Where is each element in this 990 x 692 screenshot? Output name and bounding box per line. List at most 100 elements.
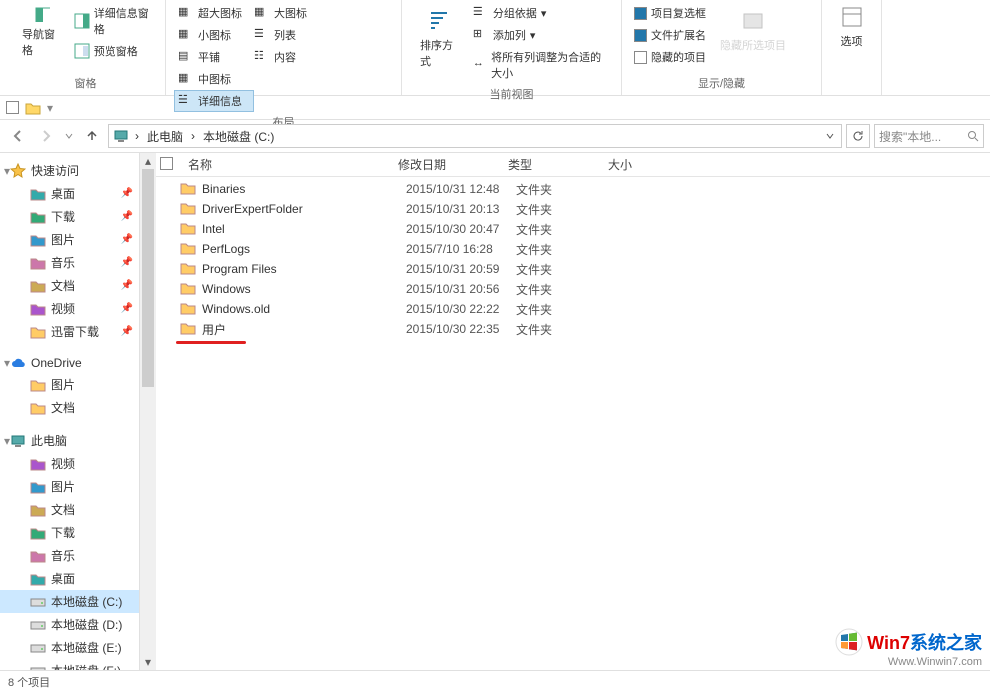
nav-item[interactable]: 桌面📌 bbox=[0, 182, 139, 205]
nav-item[interactable]: 文档📌 bbox=[0, 274, 139, 297]
folder-icon bbox=[180, 321, 196, 337]
nav-item[interactable]: 图片 bbox=[0, 373, 139, 396]
up-button[interactable] bbox=[80, 124, 104, 148]
m-icons-button[interactable]: ▦中图标 bbox=[174, 68, 254, 90]
grid-icon: ▦ bbox=[254, 5, 270, 21]
nav-item[interactable]: 下载📌 bbox=[0, 205, 139, 228]
crumb-pc[interactable]: 此电脑 bbox=[143, 125, 187, 147]
forward-button[interactable] bbox=[34, 124, 58, 148]
table-row[interactable]: Windows2015/10/31 20:56文件夹 bbox=[156, 279, 990, 299]
column-headers[interactable]: 名称 修改日期 类型 大小 bbox=[156, 153, 990, 177]
folder-icon bbox=[180, 201, 196, 217]
windows-logo-icon bbox=[835, 628, 863, 656]
panes-group-label: 窗格 bbox=[14, 73, 157, 95]
table-row[interactable]: Intel2015/10/30 20:47文件夹 bbox=[156, 219, 990, 239]
nav-header[interactable]: ▾此电脑 bbox=[0, 429, 139, 452]
nav-item[interactable]: 视频📌 bbox=[0, 297, 139, 320]
list-button[interactable]: ☰列表 bbox=[250, 24, 316, 46]
preview-pane-icon bbox=[74, 43, 90, 59]
nav-tree[interactable]: ▾快速访问桌面📌下载📌图片📌音乐📌文档📌视频📌迅雷下载📌▾OneDrive图片文… bbox=[0, 153, 140, 670]
nav-item[interactable]: 音乐 bbox=[0, 544, 139, 567]
preview-pane-button[interactable]: 预览窗格 bbox=[70, 40, 157, 62]
scroll-down-button[interactable]: ▾ bbox=[140, 654, 156, 670]
folder-icon[interactable] bbox=[25, 101, 41, 115]
pin-icon: 📌 bbox=[121, 280, 133, 291]
nav-item[interactable]: 本地磁盘 (F:) bbox=[0, 659, 139, 670]
table-row[interactable]: DriverExpertFolder2015/10/31 20:13文件夹 bbox=[156, 199, 990, 219]
tiles-icon: ▤ bbox=[178, 49, 194, 65]
folder-icon bbox=[180, 181, 196, 197]
details-button[interactable]: ☱详细信息 bbox=[174, 90, 254, 112]
checkbox-icon bbox=[634, 7, 647, 20]
options-button[interactable]: 选项 bbox=[836, 2, 868, 89]
fit-cols-button[interactable]: ↔将所有列调整为合适的大小 bbox=[469, 46, 613, 84]
xl-icons-button[interactable]: ▦超大图标 bbox=[174, 2, 250, 24]
file-list: 名称 修改日期 类型 大小 Binaries2015/10/31 12:48文件… bbox=[156, 153, 990, 670]
nav-item[interactable]: 下载 bbox=[0, 521, 139, 544]
nav-item[interactable]: 本地磁盘 (C:) bbox=[0, 590, 139, 613]
equals-icon[interactable]: ▾ bbox=[47, 101, 53, 115]
nav-item[interactable]: 桌面 bbox=[0, 567, 139, 590]
folder-icon bbox=[180, 221, 196, 237]
grid-icon: ▦ bbox=[178, 71, 194, 87]
group-button[interactable]: ☰分组依据▾ bbox=[469, 2, 613, 24]
breadcrumb[interactable]: › 此电脑 › 本地磁盘 (C:) bbox=[108, 124, 842, 148]
detail-pane-icon bbox=[74, 13, 90, 29]
scroll-track[interactable] bbox=[140, 169, 156, 654]
file-ext-toggle[interactable]: 文件扩展名 bbox=[630, 24, 710, 46]
col-type[interactable]: 类型 bbox=[500, 156, 600, 173]
scroll-thumb[interactable] bbox=[142, 169, 154, 387]
tiles-button[interactable]: ▤平铺 bbox=[174, 46, 250, 68]
nav-scrollbar[interactable]: ▴ ▾ bbox=[140, 153, 156, 670]
crumb-dropdown[interactable] bbox=[821, 125, 839, 147]
nav-item[interactable]: 文档 bbox=[0, 396, 139, 419]
item-count: 8 个项目 bbox=[8, 674, 50, 690]
table-row[interactable]: Binaries2015/10/31 12:48文件夹 bbox=[156, 179, 990, 199]
crumb-sep[interactable]: › bbox=[187, 125, 199, 147]
col-date[interactable]: 修改日期 bbox=[390, 156, 500, 173]
add-col-button[interactable]: ⊞添加列▾ bbox=[469, 24, 613, 46]
nav-item[interactable]: 迅雷下载📌 bbox=[0, 320, 139, 343]
nav-item[interactable]: 文档 bbox=[0, 498, 139, 521]
crumb-disk[interactable]: 本地磁盘 (C:) bbox=[199, 125, 278, 147]
table-row[interactable]: Program Files2015/10/31 20:59文件夹 bbox=[156, 259, 990, 279]
nav-item[interactable]: 本地磁盘 (D:) bbox=[0, 613, 139, 636]
scroll-up-button[interactable]: ▴ bbox=[140, 153, 156, 169]
header-checkbox[interactable] bbox=[160, 157, 180, 173]
nav-item[interactable]: 本地磁盘 (E:) bbox=[0, 636, 139, 659]
sort-button[interactable]: 排序方式 bbox=[416, 6, 463, 72]
nav-header[interactable]: ▾OneDrive bbox=[0, 353, 139, 373]
crumb-sep[interactable]: › bbox=[131, 125, 143, 147]
search-input[interactable]: 搜索"本地... bbox=[874, 124, 984, 148]
col-name[interactable]: 名称 bbox=[180, 156, 390, 173]
checkbox-icon bbox=[634, 29, 647, 42]
refresh-button[interactable] bbox=[846, 124, 870, 148]
nav-item[interactable]: 图片📌 bbox=[0, 228, 139, 251]
l-icons-button[interactable]: ▦大图标 bbox=[250, 2, 316, 24]
recent-button[interactable] bbox=[62, 124, 76, 148]
content-button[interactable]: ☷内容 bbox=[250, 46, 316, 68]
detail-pane-button[interactable]: 详细信息窗格 bbox=[70, 2, 157, 40]
nav-item[interactable]: 图片 bbox=[0, 475, 139, 498]
table-row[interactable]: PerfLogs2015/7/10 16:28文件夹 bbox=[156, 239, 990, 259]
hidden-items-toggle[interactable]: 隐藏的项目 bbox=[630, 46, 710, 68]
table-row[interactable]: Windows.old2015/10/30 22:22文件夹 bbox=[156, 299, 990, 319]
s-icons-button[interactable]: ▦小图标 bbox=[174, 24, 250, 46]
hide-selected-button[interactable]: 隐藏所选项目 bbox=[716, 6, 790, 56]
col-size[interactable]: 大小 bbox=[600, 156, 680, 173]
back-button[interactable] bbox=[6, 124, 30, 148]
search-icon bbox=[967, 130, 979, 142]
item-checkbox-toggle[interactable]: 项目复选框 bbox=[630, 2, 710, 24]
pin-icon: 📌 bbox=[121, 326, 133, 337]
content-icon: ☷ bbox=[254, 49, 270, 65]
table-row[interactable]: 用户2015/10/30 22:35文件夹 bbox=[156, 319, 990, 339]
nav-pane-button[interactable]: 导航窗格 bbox=[14, 2, 70, 62]
pc-icon bbox=[111, 129, 131, 143]
ribbon: 导航窗格 详细信息窗格 预览窗格 窗格 ▦超大图标 ▦小图标 ▤平铺 ▦大图标 … bbox=[0, 0, 990, 96]
list-icon: ☰ bbox=[254, 27, 270, 43]
pin-icon: 📌 bbox=[121, 188, 133, 199]
checkbox-icon[interactable] bbox=[6, 101, 19, 114]
nav-item[interactable]: 音乐📌 bbox=[0, 251, 139, 274]
nav-item[interactable]: 视频 bbox=[0, 452, 139, 475]
nav-header[interactable]: ▾快速访问 bbox=[0, 159, 139, 182]
